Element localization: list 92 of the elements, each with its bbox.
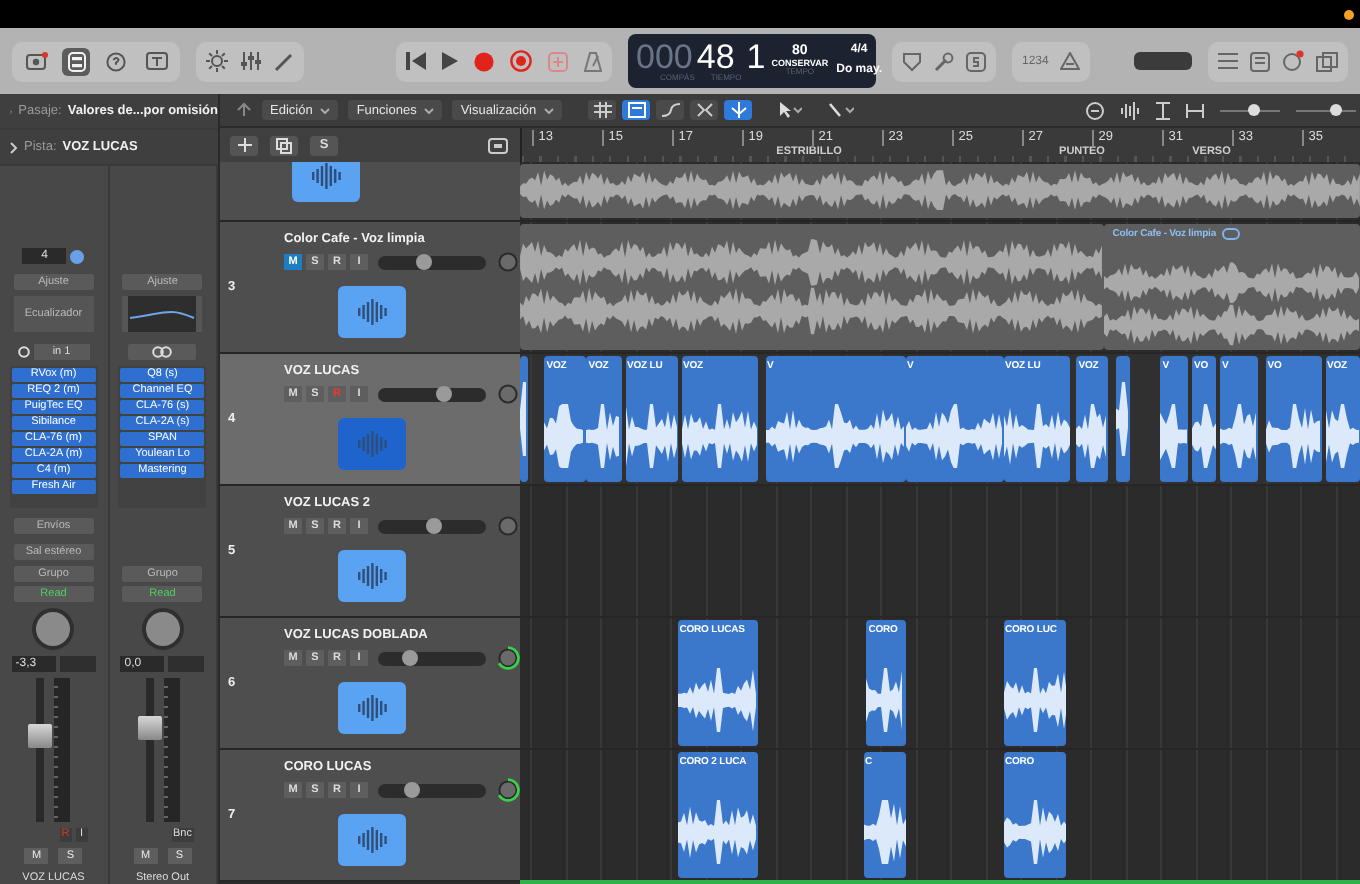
duplicate-track-button[interactable] bbox=[270, 135, 298, 155]
record-icon[interactable] bbox=[474, 51, 494, 71]
waveform-drawing bbox=[1076, 403, 1108, 469]
volume-slider[interactable] bbox=[378, 651, 486, 665]
add-track-button[interactable] bbox=[230, 135, 258, 155]
vertical-zoom-icon[interactable] bbox=[1156, 101, 1170, 119]
peak-field bbox=[168, 655, 205, 671]
volume-slider[interactable] bbox=[378, 783, 486, 797]
triangle-icon[interactable] bbox=[1060, 52, 1081, 70]
gain-knob[interactable] bbox=[70, 249, 85, 263]
waveform-zoom-icon[interactable] bbox=[1120, 101, 1140, 119]
replace-record-icon[interactable] bbox=[510, 50, 532, 72]
level-meter bbox=[54, 678, 71, 822]
slider-thumb[interactable] bbox=[1247, 104, 1259, 116]
waveform-drawing bbox=[1003, 799, 1066, 865]
waveform-drawing bbox=[625, 403, 678, 469]
caret-icon bbox=[424, 107, 435, 113]
volume-slider[interactable] bbox=[378, 519, 486, 533]
pan-knob[interactable] bbox=[496, 778, 520, 802]
snap-toggle[interactable] bbox=[724, 100, 753, 120]
slider-thumb[interactable] bbox=[435, 386, 452, 402]
loops-icon[interactable] bbox=[1282, 50, 1304, 72]
beat-value: 1 bbox=[746, 40, 766, 74]
pan-knob[interactable] bbox=[141, 608, 184, 650]
waveform-drawing bbox=[1192, 403, 1217, 469]
waveform-drawing bbox=[1003, 667, 1066, 733]
waveform-track-icon[interactable] bbox=[338, 550, 406, 602]
pencil-tool-icon[interactable] bbox=[828, 102, 855, 118]
peak-field bbox=[59, 655, 96, 671]
waveform-track-icon[interactable] bbox=[338, 814, 406, 866]
inspector-button[interactable] bbox=[62, 47, 90, 75]
waveform-drawing bbox=[1115, 381, 1129, 457]
editor-toggle[interactable] bbox=[622, 100, 651, 120]
waveform-drawing bbox=[677, 667, 758, 733]
waveform-track-icon[interactable] bbox=[338, 286, 406, 338]
slider-thumb[interactable] bbox=[1329, 104, 1341, 116]
pointer-tool-icon[interactable] bbox=[778, 102, 803, 118]
mono-icon[interactable] bbox=[17, 345, 30, 357]
slider-thumb[interactable] bbox=[404, 782, 421, 798]
grid-toggle[interactable] bbox=[588, 100, 617, 120]
chevron-icon[interactable] bbox=[10, 141, 18, 153]
mixer-icon[interactable] bbox=[240, 50, 262, 72]
waveform-track-icon[interactable] bbox=[338, 682, 406, 734]
notepad-icon[interactable] bbox=[1250, 51, 1270, 71]
pan-knob[interactable] bbox=[32, 608, 75, 650]
waveform-track-icon[interactable] bbox=[338, 418, 406, 470]
help-button[interactable] bbox=[102, 47, 130, 75]
rewind-icon[interactable] bbox=[406, 52, 426, 70]
volume-slider[interactable] bbox=[378, 387, 486, 401]
flex-toggle[interactable] bbox=[690, 100, 719, 120]
waveform-drawing bbox=[1325, 403, 1360, 469]
status-pill bbox=[1134, 52, 1192, 70]
horizontal-zoom-icon[interactable] bbox=[1186, 103, 1204, 117]
back-arrow-icon[interactable] bbox=[236, 102, 252, 118]
pan-knob[interactable] bbox=[496, 646, 520, 670]
audio-region[interactable] bbox=[1115, 356, 1129, 482]
waveform-drawing bbox=[1265, 403, 1322, 469]
caret-icon bbox=[320, 107, 331, 113]
toolbar-button[interactable] bbox=[142, 47, 170, 75]
bar-value: 48 bbox=[696, 40, 735, 74]
waveform-drawing bbox=[863, 799, 905, 865]
pencil-icon[interactable] bbox=[274, 51, 294, 71]
waveform-track-icon[interactable] bbox=[291, 162, 359, 202]
waveform-drawing bbox=[544, 403, 587, 469]
slider-thumb[interactable] bbox=[426, 518, 442, 534]
minus-circle-icon[interactable] bbox=[1086, 101, 1104, 119]
level-meter bbox=[163, 678, 180, 822]
fader-thumb[interactable] bbox=[137, 716, 162, 741]
browser-icon[interactable] bbox=[1316, 51, 1338, 71]
waveform-drawing bbox=[520, 381, 527, 457]
eq-curve-drawing[interactable] bbox=[122, 296, 203, 332]
status-dot-icon bbox=[1344, 9, 1354, 19]
waveform-drawing bbox=[677, 799, 758, 865]
waveform-drawing bbox=[1220, 403, 1259, 469]
link-icon[interactable] bbox=[128, 343, 197, 359]
slider-thumb[interactable] bbox=[416, 254, 433, 270]
bar-prefix: 000 bbox=[636, 40, 693, 74]
waveform-drawing bbox=[866, 667, 905, 733]
curve-toggle[interactable] bbox=[656, 100, 685, 120]
library-button[interactable] bbox=[22, 47, 50, 75]
brightness-icon[interactable] bbox=[206, 50, 228, 72]
waveform-drawing bbox=[1160, 403, 1189, 469]
volume-slider[interactable] bbox=[378, 255, 486, 269]
waveform-drawing bbox=[586, 403, 622, 469]
waveform-drawing bbox=[681, 403, 758, 469]
caret-icon bbox=[544, 107, 555, 113]
list-icon[interactable] bbox=[1218, 52, 1238, 70]
fader-thumb[interactable] bbox=[28, 723, 53, 748]
waveform-drawing bbox=[765, 403, 905, 469]
catch-icon[interactable] bbox=[488, 137, 508, 153]
play-icon[interactable] bbox=[442, 52, 458, 70]
slider-thumb[interactable] bbox=[402, 650, 418, 666]
